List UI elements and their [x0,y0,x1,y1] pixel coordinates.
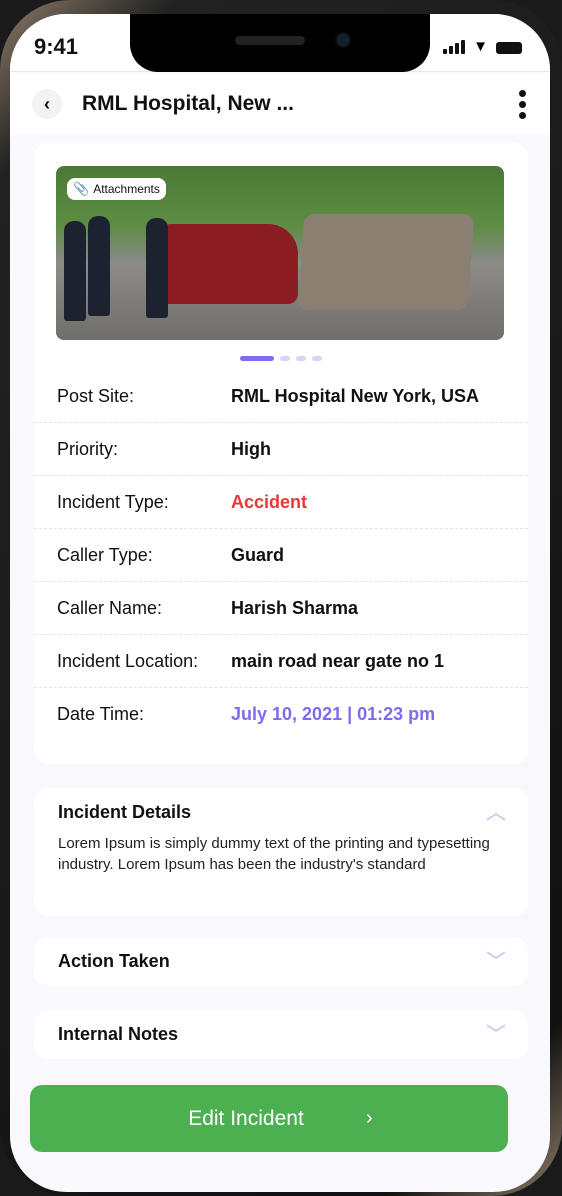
detail-label: Date Time: [57,704,145,724]
app-header: ‹ RML Hospital, New ... [10,73,550,135]
detail-value: July 10, 2021 | 01:23 pm [231,704,436,724]
detail-value: High [231,438,271,459]
detail-label: Caller Type: [57,544,153,565]
wifi-icon: ▼ [473,38,488,55]
status-time: 9:41 [34,34,79,59]
incident-details-text: Lorem Ipsum is simply dummy text of the … [58,835,490,873]
detail-value: Accident [231,491,308,512]
detail-value: RML Hospital New York, USA [231,385,480,406]
page-title: RML Hospital, New ... [82,92,294,115]
incident-details-section: Incident Details ︿ Lorem Ipsum is simply… [34,788,528,916]
detail-row: Priority: High [34,423,528,476]
detail-label: Caller Name: [57,597,163,618]
battery-icon [496,42,522,54]
carousel-dot[interactable] [312,356,322,361]
action-taken-section[interactable]: Action Taken ﹀ [34,937,528,986]
more-options-icon[interactable] [519,90,526,119]
carousel-dot[interactable] [280,356,290,361]
chevron-right-icon: › [366,1107,373,1129]
screen: 9:41 ▼ ‹ RML Hospital, New ... 📎 Attachme… [10,14,550,1192]
incident-photo[interactable]: 📎 Attachments [56,166,504,340]
carousel-indicator [34,356,528,361]
detail-value: Guard [231,544,285,565]
chevron-left-icon: ‹ [44,93,50,114]
detail-row: Date Time: July 10, 2021 | 01:23 pm [34,688,528,741]
detail-row: Post Site: RML Hospital New York, USA [34,370,528,423]
carousel-dot[interactable] [296,356,306,361]
back-button[interactable]: ‹ [32,89,62,119]
chevron-up-icon[interactable]: ︿ [486,796,506,825]
paperclip-icon: 📎 [73,181,90,196]
detail-row: Caller Name: Harish Sharma [34,582,528,635]
attachments-badge[interactable]: 📎 Attachments [67,178,166,200]
section-title: Incident Details [58,802,192,822]
detail-label: Post Site: [57,385,135,406]
detail-label: Incident Type: [57,491,169,512]
detail-row: Caller Type: Guard [34,529,528,582]
notch [130,14,430,72]
chevron-down-icon[interactable]: ﹀ [486,945,506,974]
section-title: Action Taken [58,951,170,971]
incident-summary-card: 📎 Attachments Post Site: RML Hospital New … [34,143,528,764]
detail-value: main road near gate no 1 [231,650,445,671]
internal-notes-section[interactable]: Internal Notes ﹀ [34,1010,528,1059]
detail-label: Incident Location: [57,650,199,671]
detail-value: Harish Sharma [231,597,359,618]
detail-row: Incident Location: main road near gate no… [34,635,528,688]
detail-label: Priority: [57,438,119,459]
detail-row: Incident Type: Accident [34,476,528,529]
chevron-down-icon[interactable]: ﹀ [486,1018,506,1047]
section-title: Internal Notes [58,1024,179,1044]
carousel-dot[interactable] [240,356,274,361]
edit-incident-button[interactable]: Edit Incident › [30,1085,508,1152]
signal-icon [443,40,466,54]
